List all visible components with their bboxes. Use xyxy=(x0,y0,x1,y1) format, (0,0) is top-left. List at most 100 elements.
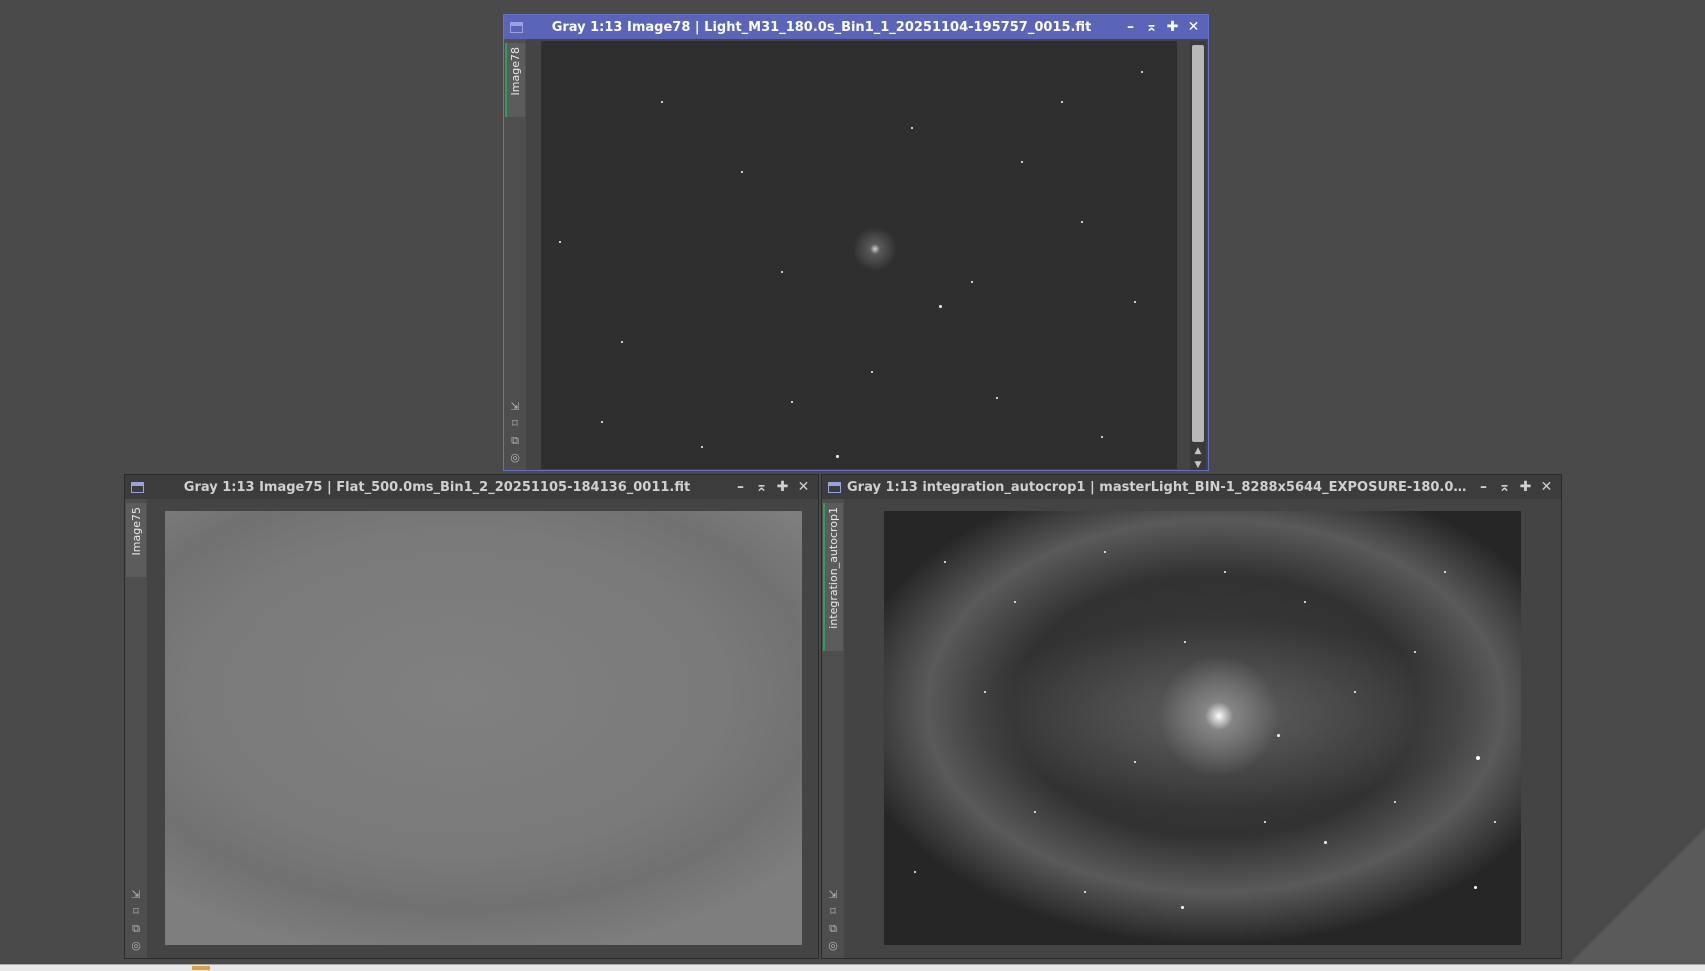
integrated-m31-image xyxy=(884,511,1521,945)
workspace: Gray 1:13 Image78 | Light_M31_180.0s_Bin… xyxy=(0,0,1705,971)
star xyxy=(701,446,703,448)
image-window-image75[interactable]: Gray 1:13 Image75 | Flat_500.0ms_Bin1_2_… xyxy=(124,474,819,959)
image-window-integration-autocrop1[interactable]: Gray 1:13 integration_autocrop1 | master… xyxy=(821,474,1562,959)
star xyxy=(1494,821,1496,823)
window-title: Gray 1:13 integration_autocrop1 | master… xyxy=(847,479,1473,495)
view-tools: ⇲ ⌑ ⧉ ◎ xyxy=(504,400,526,464)
maximize-button[interactable]: ✚ xyxy=(1515,475,1536,499)
window-title: Gray 1:13 Image78 | Light_M31_180.0s_Bin… xyxy=(551,19,1092,35)
image-viewport[interactable] xyxy=(165,511,802,945)
star xyxy=(559,241,561,243)
star xyxy=(1134,301,1136,303)
window-titlebar[interactable]: Gray 1:13 integration_autocrop1 | master… xyxy=(822,475,1561,499)
view-tab-image75[interactable]: Image75 xyxy=(126,503,146,577)
window-body: Image75 ⇲ ⌑ ⧉ ◎ xyxy=(125,499,818,958)
window-titlebar[interactable]: Gray 1:13 Image75 | Flat_500.0ms_Bin1_2_… xyxy=(125,475,818,499)
view-tab-image78[interactable]: Image78 xyxy=(505,43,525,117)
star xyxy=(1134,761,1136,763)
window-icon[interactable] xyxy=(828,481,841,493)
vertical-scrollbar[interactable]: ▲ ▼ xyxy=(1190,41,1206,470)
star xyxy=(1101,436,1103,438)
star xyxy=(1414,651,1416,653)
clone-view-icon[interactable]: ⧉ xyxy=(511,434,519,447)
view-sidebar: Image75 ⇲ ⌑ ⧉ ◎ xyxy=(125,499,147,958)
close-button[interactable]: ✕ xyxy=(1183,15,1204,39)
star xyxy=(1181,906,1184,909)
window-titlebar[interactable]: Gray 1:13 Image78 | Light_M31_180.0s_Bin… xyxy=(504,15,1208,39)
view-tab-label: Image75 xyxy=(130,507,143,556)
star xyxy=(1264,821,1266,823)
shade-button[interactable]: ⌅ xyxy=(1494,475,1515,499)
shade-button[interactable]: ⌅ xyxy=(751,475,772,499)
view-tools: ⇲ ⌑ ⧉ ◎ xyxy=(822,888,844,952)
fit-view-icon[interactable]: ⇲ xyxy=(828,888,837,901)
star xyxy=(1476,756,1480,760)
star xyxy=(741,171,743,173)
light-frame-image xyxy=(541,41,1177,469)
window-title: Gray 1:13 Image75 | Flat_500.0ms_Bin1_2_… xyxy=(183,479,691,495)
fit-view-icon[interactable]: ⇲ xyxy=(131,888,140,901)
window-body: Image78 ⇲ ⌑ ⧉ ◎ ▲ ▼ xyxy=(504,39,1208,470)
star xyxy=(984,691,986,693)
view-tools: ⇲ ⌑ ⧉ ◎ xyxy=(125,888,147,952)
view-sidebar: Image78 ⇲ ⌑ ⧉ ◎ xyxy=(504,39,526,470)
zoom-to-fit-icon[interactable]: ⌑ xyxy=(830,905,836,918)
star xyxy=(871,371,873,373)
view-sidebar: integration_autocrop1 ⇲ ⌑ ⧉ ◎ xyxy=(822,499,844,958)
star xyxy=(836,455,839,458)
star xyxy=(601,421,603,423)
toolbar-swatch[interactable] xyxy=(192,966,210,970)
close-button[interactable]: ✕ xyxy=(1536,475,1557,499)
flat-frame-image xyxy=(165,511,802,945)
star xyxy=(1304,601,1306,603)
clone-view-icon[interactable]: ⧉ xyxy=(829,922,837,935)
star xyxy=(944,561,946,563)
target-icon[interactable]: ◎ xyxy=(131,939,141,952)
star xyxy=(1104,551,1106,553)
view-tab-label: Image78 xyxy=(509,47,522,96)
star xyxy=(1277,734,1280,737)
scrollbar-thumb[interactable] xyxy=(1192,45,1204,442)
maximize-button[interactable]: ✚ xyxy=(1162,15,1183,39)
star xyxy=(1081,221,1083,223)
star xyxy=(621,341,623,343)
star xyxy=(1184,641,1186,643)
star xyxy=(1084,891,1086,893)
image-viewport[interactable] xyxy=(541,41,1177,469)
scroll-down-arrow[interactable]: ▼ xyxy=(1190,460,1206,470)
clone-view-icon[interactable]: ⧉ xyxy=(132,922,140,935)
shade-button[interactable]: ⌅ xyxy=(1141,15,1162,39)
star xyxy=(1354,691,1356,693)
scroll-up-arrow[interactable]: ▲ xyxy=(1190,446,1206,456)
view-tab-label: integration_autocrop1 xyxy=(827,507,840,629)
minimize-button[interactable]: – xyxy=(730,475,751,499)
star xyxy=(971,281,973,283)
star xyxy=(1014,601,1016,603)
image-viewport[interactable] xyxy=(884,511,1521,945)
star xyxy=(1034,811,1036,813)
star xyxy=(1141,71,1143,73)
star xyxy=(914,871,916,873)
image-window-image78[interactable]: Gray 1:13 Image78 | Light_M31_180.0s_Bin… xyxy=(503,14,1209,471)
star xyxy=(1444,571,1446,573)
minimize-button[interactable]: – xyxy=(1120,15,1141,39)
zoom-to-fit-icon[interactable]: ⌑ xyxy=(512,417,518,430)
star xyxy=(1021,161,1023,163)
window-icon[interactable] xyxy=(131,481,144,493)
maximize-button[interactable]: ✚ xyxy=(772,475,793,499)
star xyxy=(1224,571,1226,573)
zoom-to-fit-icon[interactable]: ⌑ xyxy=(133,905,139,918)
star xyxy=(781,271,783,273)
window-icon[interactable] xyxy=(510,21,523,33)
star xyxy=(1474,886,1477,889)
minimize-button[interactable]: – xyxy=(1473,475,1494,499)
close-button[interactable]: ✕ xyxy=(793,475,814,499)
star xyxy=(996,397,998,399)
bottom-toolbar-strip[interactable] xyxy=(0,964,1705,971)
view-tab-integration-autocrop1[interactable]: integration_autocrop1 xyxy=(823,503,843,651)
target-icon[interactable]: ◎ xyxy=(510,451,520,464)
star xyxy=(939,305,942,308)
star xyxy=(1061,101,1063,103)
fit-view-icon[interactable]: ⇲ xyxy=(510,400,519,413)
target-icon[interactable]: ◎ xyxy=(828,939,838,952)
